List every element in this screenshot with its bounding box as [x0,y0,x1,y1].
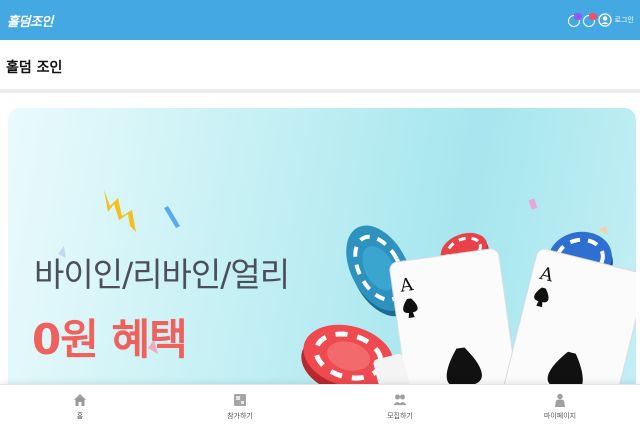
bottom-tab-bar: 홈 참가하기 모집하기 마이페이지 [0,384,640,426]
chat-badge-icon[interactable] [567,13,582,27]
tab-mypage-label: 마이페이지 [543,412,577,420]
login-button[interactable]: 로그인 [615,15,634,25]
tab-home[interactable]: 홈 [0,385,160,426]
home-icon [74,394,86,406]
promo-banner[interactable]: A A 바이인/리바인/얼리 0원 혜택 [8,108,636,398]
top-actions: 로그인 [566,9,634,31]
app-logo[interactable]: 홀덤조인 [7,11,53,30]
join-icon [234,394,246,406]
tab-join[interactable]: 참가하기 [160,385,320,426]
app-root: 홀덤조인 로그인 홀덤 조인 A A 바이인/리바인/얼리 0원 혜택 홈 참가… [0,0,640,426]
mypage-icon [555,393,565,407]
tab-join-label: 참가하기 [227,412,253,420]
recruit-icon [393,394,407,405]
banner-highlight: 0원 혜택 [32,315,188,364]
banner-headline: 바이인/리바인/얼리 [34,255,290,294]
tab-recruit[interactable]: 모집하기 [320,385,480,426]
page-title: 홀덤 조인 [6,60,63,76]
alert-badge-icon[interactable] [582,13,597,27]
title-section: 홀덤 조인 [0,40,640,90]
top-app-bar: 홀덤조인 로그인 [0,0,640,40]
tab-home-label: 홈 [76,412,84,420]
user-icon[interactable] [598,13,612,27]
tab-mypage[interactable]: 마이페이지 [480,385,640,426]
section-divider [0,89,640,93]
tab-recruit-label: 모집하기 [387,412,413,420]
